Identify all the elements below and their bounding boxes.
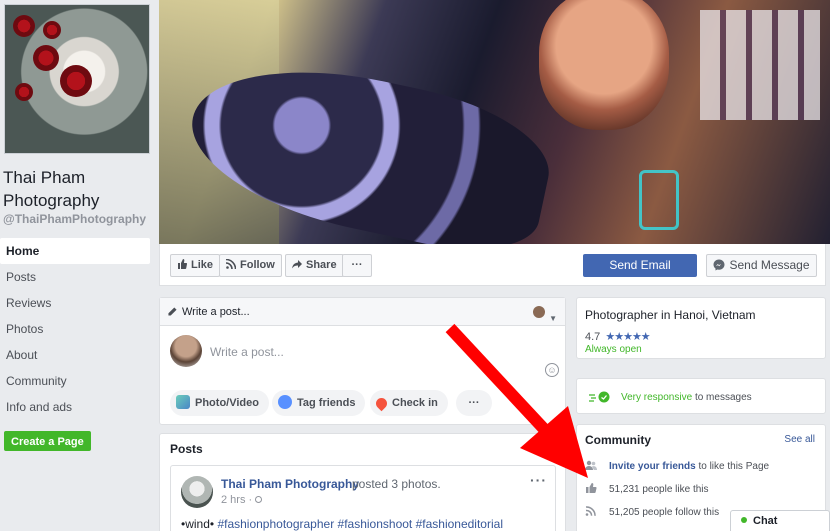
responsiveness-card: Very responsive to messages — [576, 378, 826, 414]
check-in-button[interactable]: Check in — [370, 390, 448, 416]
invite-friends-link[interactable]: Invite your friends — [609, 461, 696, 472]
people-icon — [585, 460, 597, 470]
post-action-text: posted 3 photos. — [352, 477, 441, 491]
cover-model-face — [539, 0, 669, 130]
likes-row: 51,231 people like this — [585, 483, 709, 495]
sidebar-item-home[interactable]: Home — [0, 238, 150, 264]
star-rating-icon: ★★★★★ — [605, 331, 650, 343]
post-composer: Write a post... ▼ Write a post... ☺ Phot… — [159, 297, 566, 425]
cover-neon-sign — [639, 170, 679, 230]
sidebar-nav: Home Posts Reviews Photos About Communit… — [0, 238, 150, 420]
like-button[interactable]: Like — [170, 254, 221, 277]
rss-icon — [226, 259, 236, 269]
chat-label: Chat — [753, 515, 778, 527]
sidebar-item-posts[interactable]: Posts — [0, 264, 150, 290]
posts-section: Posts Thai Pham Photography posted 3 pho… — [159, 433, 566, 531]
post-author-avatar[interactable] — [181, 476, 213, 508]
composer-avatar — [170, 335, 202, 367]
share-button[interactable]: Share — [285, 254, 344, 277]
send-message-label: Send Message — [729, 258, 810, 272]
post-input[interactable]: Write a post... — [210, 345, 284, 359]
follow-label: Follow — [240, 259, 275, 271]
tag-friends-label: Tag friends — [297, 397, 356, 409]
globe-icon — [255, 496, 263, 503]
profile-picture[interactable] — [4, 4, 150, 154]
share-label: Share — [306, 259, 337, 271]
rose-decoration — [33, 45, 59, 71]
rss-icon — [585, 506, 596, 516]
share-arrow-icon — [292, 260, 302, 269]
tag-people-icon — [278, 395, 292, 409]
invite-row: Invite your friends to like this Page — [585, 460, 769, 472]
follows-count[interactable]: 51,205 people follow this — [609, 507, 719, 518]
see-all-link[interactable]: See all — [784, 434, 815, 445]
page-rating[interactable]: 4.7 ★★★★★ — [585, 330, 651, 343]
posts-title: Posts — [170, 442, 203, 456]
messenger-icon — [713, 259, 725, 271]
post-time: 2 hrs · — [221, 494, 253, 506]
page-handle[interactable]: @ThaiPhamPhotography — [3, 212, 146, 226]
thumbs-up-icon — [178, 259, 187, 269]
send-message-button[interactable]: Send Message — [706, 254, 817, 277]
photo-video-button[interactable]: Photo/Video — [170, 390, 269, 416]
rating-value: 4.7 — [585, 331, 601, 343]
sidebar-item-info-and-ads[interactable]: Info and ads — [0, 394, 150, 420]
online-dot-icon — [741, 517, 747, 523]
emoji-icon[interactable]: ☺ — [545, 363, 559, 377]
fast-response-icon — [589, 391, 610, 403]
photo-icon — [176, 395, 190, 409]
sidebar-item-reviews[interactable]: Reviews — [0, 290, 150, 316]
like-label: Like — [191, 259, 214, 271]
more-options-button[interactable]: ··· — [342, 254, 372, 277]
about-card: Photographer in Hanoi, Vietnam 4.7 ★★★★★… — [576, 297, 826, 359]
composer-header-label: Write a post... — [182, 306, 250, 318]
likes-count[interactable]: 51,231 people like this — [609, 484, 709, 495]
cover-signboards — [700, 10, 820, 120]
sidebar-item-community[interactable]: Community — [0, 368, 150, 394]
pencil-icon — [168, 307, 177, 316]
chat-bar[interactable]: Chat — [730, 510, 830, 531]
post-text-prefix: •wind• — [181, 517, 215, 531]
post-hashtags[interactable]: #fashionphotographer #fashionshoot #fash… — [217, 517, 503, 531]
response-text: Very responsive to messages — [621, 392, 752, 403]
rose-decoration — [60, 65, 92, 97]
page-name[interactable]: Thai Pham Photography — [3, 166, 153, 212]
invite-rest: to like this Page — [698, 461, 770, 472]
left-sidebar: Thai Pham Photography @ThaiPhamPhotograp… — [0, 0, 158, 531]
post-card: Thai Pham Photography posted 3 photos. 2… — [170, 465, 556, 531]
caret-down-icon[interactable]: ▼ — [549, 305, 557, 333]
thumbs-up-icon — [586, 483, 597, 493]
page-action-bar: Like Follow Share ··· Send Email Send Me… — [159, 244, 826, 286]
tag-friends-button[interactable]: Tag friends — [272, 390, 366, 416]
rose-decoration — [43, 21, 61, 39]
post-text: •wind• #fashionphotographer #fashionshoo… — [181, 517, 503, 531]
rose-decoration — [13, 15, 35, 37]
page-category: Photographer in Hanoi, Vietnam — [585, 308, 756, 322]
page-identity-avatar[interactable] — [533, 306, 545, 318]
follow-button[interactable]: Follow — [219, 254, 282, 277]
check-in-label: Check in — [392, 397, 438, 409]
send-email-button[interactable]: Send Email — [583, 254, 697, 277]
post-timestamp[interactable]: 2 hrs · — [221, 494, 263, 506]
response-highlight: Very responsive — [621, 392, 693, 403]
response-rest: to messages — [694, 392, 752, 403]
post-more-button[interactable]: ··· — [530, 472, 547, 488]
photo-video-label: Photo/Video — [195, 397, 259, 409]
sidebar-item-about[interactable]: About — [0, 342, 150, 368]
composer-header[interactable]: Write a post... ▼ — [160, 298, 565, 326]
location-pin-icon — [373, 395, 390, 412]
sidebar-item-photos[interactable]: Photos — [0, 316, 150, 342]
follows-row: 51,205 people follow this — [585, 506, 719, 518]
create-page-button[interactable]: Create a Page — [4, 431, 91, 451]
community-title: Community — [585, 433, 651, 447]
cover-photo[interactable] — [159, 0, 830, 244]
post-author[interactable]: Thai Pham Photography — [221, 477, 359, 491]
hours-status: Always open — [585, 344, 642, 355]
composer-more-button[interactable]: ··· — [456, 390, 492, 416]
rose-decoration — [15, 83, 33, 101]
